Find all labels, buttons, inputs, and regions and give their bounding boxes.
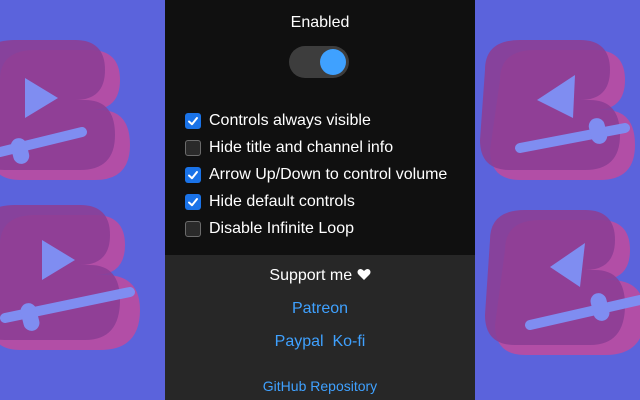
kofi-link[interactable]: Ko-fi [332, 333, 365, 350]
checkbox-checked-icon[interactable] [185, 193, 201, 210]
enabled-title: Enabled [290, 14, 350, 31]
support-label: Support me [269, 267, 353, 284]
settings-panel: Enabled Controls always visible Hide tit… [165, 0, 475, 400]
github-repository-link[interactable]: GitHub Repository [263, 378, 377, 394]
option-controls-always-visible[interactable]: Controls always visible [185, 107, 447, 134]
option-hide-default-controls[interactable]: Hide default controls [185, 188, 447, 215]
checkbox-checked-icon[interactable] [185, 112, 201, 129]
heart-icon [357, 267, 371, 284]
option-hide-title-channel-info[interactable]: Hide title and channel info [185, 134, 447, 161]
logo-illustration-top-left [0, 40, 130, 180]
paypal-link[interactable]: Paypal [275, 333, 324, 350]
enabled-toggle[interactable] [289, 46, 349, 78]
options-list: Controls always visible Hide title and c… [185, 107, 447, 242]
patreon-link[interactable]: Patreon [292, 300, 348, 317]
settings-section: Enabled Controls always visible Hide tit… [165, 0, 475, 255]
option-label: Hide default controls [209, 192, 355, 210]
support-heading: Support me [165, 267, 475, 285]
option-label: Controls always visible [209, 111, 371, 129]
toggle-knob [320, 49, 346, 75]
logo-illustration-top-right [480, 40, 635, 180]
option-label: Disable Infinite Loop [209, 219, 354, 237]
checkbox-unchecked-icon[interactable] [185, 220, 201, 237]
support-section: Support me Patreon Paypal Ko-fi GitHub R… [165, 255, 475, 400]
logo-illustration-bottom-left [0, 205, 140, 350]
checkbox-unchecked-icon[interactable] [185, 139, 201, 156]
checkbox-checked-icon[interactable] [185, 166, 201, 183]
option-label: Arrow Up/Down to control volume [209, 165, 448, 183]
option-arrow-volume[interactable]: Arrow Up/Down to control volume [185, 161, 447, 188]
option-disable-infinite-loop[interactable]: Disable Infinite Loop [185, 215, 447, 242]
logo-illustration-bottom-right [485, 210, 640, 355]
option-label: Hide title and channel info [209, 138, 394, 156]
